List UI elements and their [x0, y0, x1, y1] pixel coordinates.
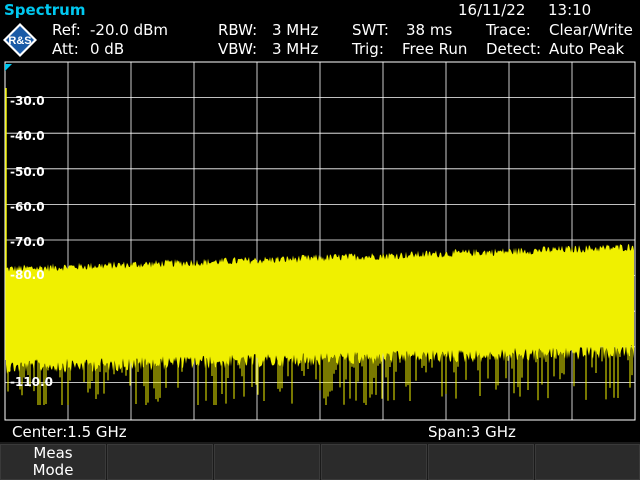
- softkey-6[interactable]: [535, 444, 640, 480]
- time-display: 13:10: [548, 1, 592, 19]
- softkey-3[interactable]: [214, 444, 320, 480]
- rs-logo-text: R&S: [8, 35, 31, 47]
- y-tick-label: -30.0: [10, 94, 45, 108]
- softkey-2[interactable]: [107, 444, 213, 480]
- status-bar: Center:1.5 GHz Span:3 GHz: [0, 422, 640, 442]
- y-tick-label: -50.0: [10, 165, 45, 179]
- softkey-line2: Mode: [32, 461, 74, 479]
- detect-value[interactable]: Auto Peak: [549, 40, 624, 58]
- vbw-label: VBW:: [218, 40, 258, 58]
- spectrum-plot[interactable]: -30.0 -40.0 -50.0 -60.0 -70.0 -80.0 -110…: [0, 60, 640, 422]
- y-tick-label: -60.0: [10, 200, 45, 214]
- softkey-bar: Meas Mode: [0, 442, 640, 480]
- y-tick-label: -110.0: [10, 375, 53, 389]
- app-title: Spectrum: [4, 1, 86, 19]
- softkey-5[interactable]: [428, 444, 534, 480]
- y-tick-label: -80.0: [10, 268, 45, 282]
- swt-label: SWT:: [352, 21, 389, 39]
- trig-label: Trig:: [352, 40, 384, 58]
- trace-value[interactable]: Clear/Write: [549, 21, 633, 39]
- softkey-line1: Meas: [33, 444, 73, 462]
- softkey-4[interactable]: [321, 444, 427, 480]
- rbw-label: RBW:: [218, 21, 258, 39]
- vbw-value[interactable]: 3 MHz: [272, 40, 318, 58]
- date-display: 16/11/22: [458, 1, 526, 19]
- title-bar: Spectrum 16/11/22 13:10: [0, 0, 640, 20]
- span-frequency[interactable]: Span:3 GHz: [428, 423, 516, 441]
- att-label: Att:: [52, 40, 79, 58]
- ref-value[interactable]: -20.0 dBm: [90, 21, 168, 39]
- center-frequency[interactable]: Center:1.5 GHz: [12, 423, 127, 441]
- trace-label: Trace:: [486, 21, 531, 39]
- ref-label: Ref:: [52, 21, 81, 39]
- y-tick-label: -40.0: [10, 129, 45, 143]
- softkey-meas-mode[interactable]: Meas Mode: [0, 444, 106, 480]
- att-value[interactable]: 0 dB: [90, 40, 124, 58]
- y-tick-label: -70.0: [10, 235, 45, 249]
- trig-value[interactable]: Free Run: [402, 40, 467, 58]
- rs-logo-icon: R&S: [3, 23, 37, 57]
- swt-value[interactable]: 38 ms: [406, 21, 452, 39]
- rbw-value[interactable]: 3 MHz: [272, 21, 318, 39]
- detect-label: Detect:: [486, 40, 542, 58]
